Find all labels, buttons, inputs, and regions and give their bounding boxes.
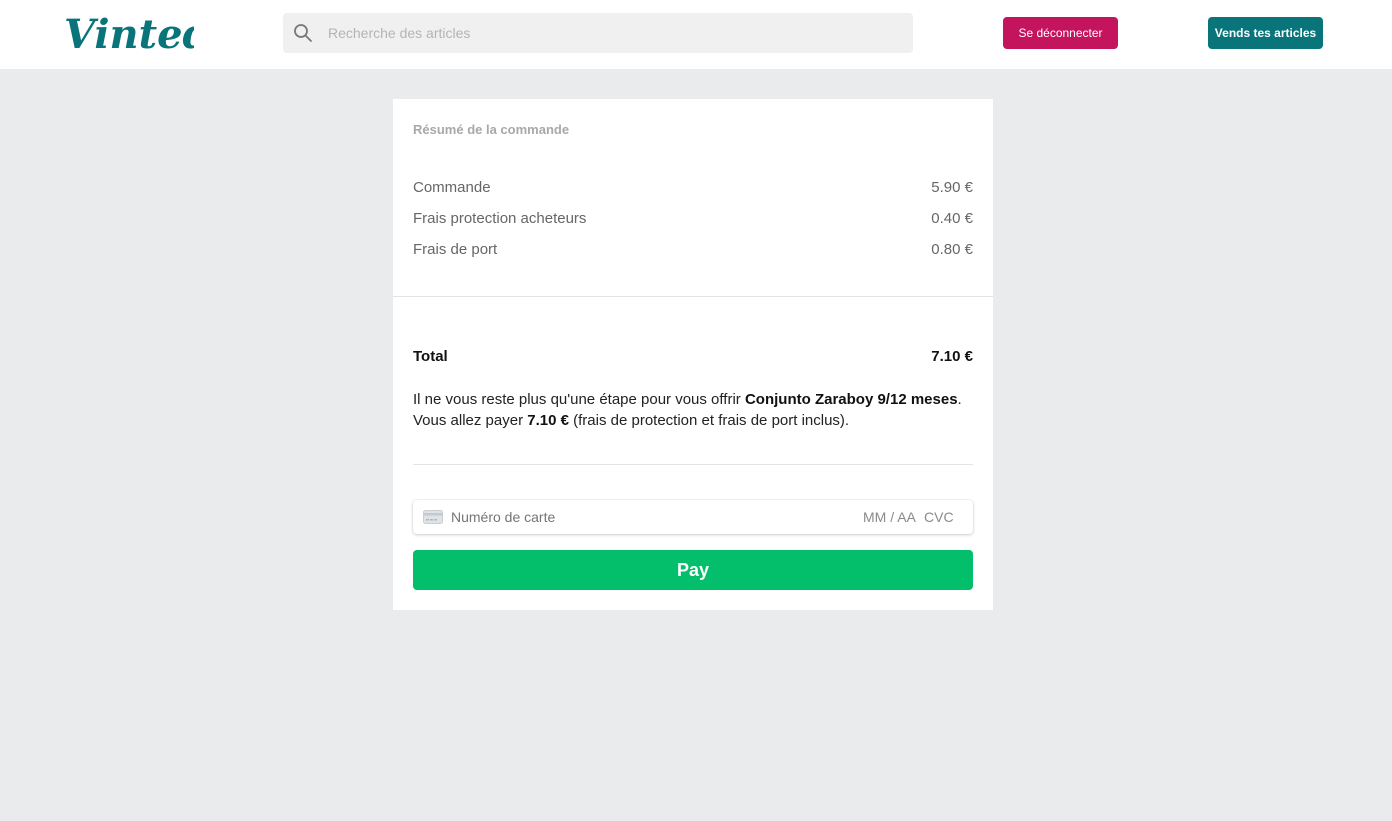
card-number-input[interactable]: Numéro de carte xyxy=(451,509,555,525)
search-icon xyxy=(294,24,312,42)
message-text-1: Il ne vous reste plus qu'une étape pour … xyxy=(413,391,745,408)
line-amount: 0.40 € xyxy=(931,210,973,227)
total-row: Total 7.10 € xyxy=(413,348,973,365)
divider xyxy=(393,296,993,297)
line-label: Frais de port xyxy=(413,241,498,258)
divider xyxy=(413,464,973,465)
search-input[interactable]: Recherche des articles xyxy=(328,25,470,41)
logout-button[interactable]: Se déconnecter xyxy=(1003,17,1118,49)
line-label: Frais protection acheteurs xyxy=(413,210,587,227)
line-label: Commande xyxy=(413,179,491,196)
top-header: Vinted Recherche des articles Se déconne… xyxy=(0,0,1392,69)
sell-items-button[interactable]: Vends tes articles xyxy=(1208,17,1323,49)
message-amount: 7.10 € xyxy=(527,412,569,429)
card-payment-field[interactable]: Numéro de carte MM / AA CVC xyxy=(413,500,973,534)
message-text-3: (frais de protection et frais de port in… xyxy=(568,412,850,429)
item-name: Conjunto Zaraboy 9/12 meses xyxy=(744,391,958,408)
pay-button[interactable]: Pay xyxy=(413,550,973,590)
order-message: Il ne vous reste plus qu'une étape pour … xyxy=(413,389,973,431)
line-amount: 0.80 € xyxy=(931,241,973,258)
order-line-shipping: Frais de port 0.80 € xyxy=(413,241,973,258)
svg-text:Vinted: Vinted xyxy=(64,11,194,58)
order-line-commande: Commande 5.90 € xyxy=(413,179,973,196)
cvc-input[interactable]: CVC xyxy=(924,509,954,525)
summary-title: Résumé de la commande xyxy=(413,122,570,137)
order-summary-card: Résumé de la commande Commande 5.90 € Fr… xyxy=(393,99,993,610)
vinted-logo[interactable]: Vinted xyxy=(62,6,194,58)
expiry-input[interactable]: MM / AA xyxy=(863,509,916,525)
total-amount: 7.10 € xyxy=(931,348,973,365)
line-amount: 5.90 € xyxy=(931,179,973,196)
credit-card-icon xyxy=(423,510,443,524)
total-label: Total xyxy=(413,348,448,365)
search-bar[interactable]: Recherche des articles xyxy=(283,13,913,53)
order-line-protection: Frais protection acheteurs 0.40 € xyxy=(413,210,973,227)
